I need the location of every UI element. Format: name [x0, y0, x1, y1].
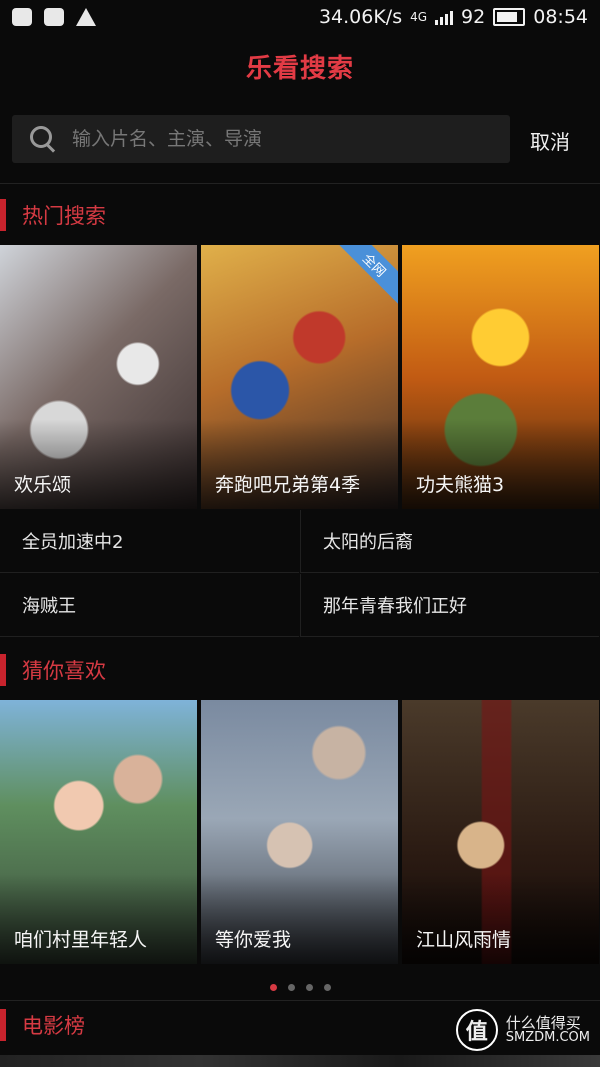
- poster-card[interactable]: 等你爱我: [201, 700, 398, 964]
- network-type: 4G: [410, 10, 428, 24]
- section-title-recommend: 猜你喜欢: [22, 659, 106, 683]
- hot-search-header: 热门搜索: [0, 195, 600, 235]
- watermark: 值 什么值得买 SMZDM.COM: [455, 1009, 590, 1051]
- battery-level: 92: [461, 6, 486, 28]
- list-item[interactable]: 太阳的后裔: [300, 510, 599, 573]
- divider: [0, 183, 600, 184]
- movie-rank-posters-peek: [0, 1055, 600, 1067]
- search-bar[interactable]: [12, 115, 510, 163]
- battery-icon: [493, 8, 526, 26]
- poster-card[interactable]: 咱们村里年轻人: [0, 700, 197, 964]
- hot-search-list: 全员加速中2 太阳的后裔 海贼王 那年青春我们正好: [0, 510, 600, 638]
- poster-card[interactable]: 欢乐颂: [0, 245, 197, 509]
- section-title-hot: 热门搜索: [22, 204, 106, 228]
- notification-icons: [12, 8, 96, 26]
- poster-title: 等你爱我: [215, 929, 292, 951]
- warning-icon: [76, 8, 96, 26]
- section-marker: [0, 654, 6, 686]
- poster-title: 咱们村里年轻人: [14, 929, 148, 951]
- list-item[interactable]: 全员加速中2: [0, 510, 299, 573]
- signal-icon: [435, 9, 454, 25]
- poster-card[interactable]: 江山风雨情: [402, 700, 599, 964]
- search-input[interactable]: [70, 127, 510, 151]
- watermark-logo: 值: [455, 1009, 498, 1051]
- poster-card[interactable]: 全网 奔跑吧兄弟第4季: [201, 245, 398, 509]
- section-marker: [0, 199, 6, 231]
- chat-bubble-icon: [12, 8, 32, 26]
- pager-dot[interactable]: [269, 984, 277, 991]
- pager-dot[interactable]: [305, 984, 313, 991]
- list-item[interactable]: 海贼王: [0, 574, 299, 637]
- section-title-movie-rank: 电影榜: [22, 1014, 85, 1038]
- section-marker: [0, 1009, 6, 1041]
- poster-card[interactable]: 功夫熊猫3: [402, 245, 599, 509]
- list-item[interactable]: 那年青春我们正好: [300, 574, 599, 637]
- image-icon: [44, 8, 64, 26]
- watermark-line2: SMZDM.COM: [505, 1030, 590, 1046]
- divider: [0, 1000, 600, 1001]
- hot-poster-row: 欢乐颂 全网 奔跑吧兄弟第4季 功夫熊猫3: [0, 245, 600, 509]
- pager-dot[interactable]: [323, 984, 331, 991]
- cancel-button[interactable]: 取消: [530, 126, 570, 155]
- poster-title: 江山风雨情: [416, 929, 512, 951]
- search-icon: [26, 122, 60, 156]
- status-bar: 34.06K/s 4G 92 08:54: [0, 0, 600, 36]
- page-title: 乐看搜索: [245, 54, 354, 84]
- recommend-header: 猜你喜欢: [0, 650, 600, 690]
- recommend-poster-row: 咱们村里年轻人 等你爱我 江山风雨情: [0, 700, 600, 964]
- clock: 08:54: [533, 6, 588, 28]
- network-speed: 34.06K/s: [318, 6, 403, 28]
- pager-dots[interactable]: [0, 984, 600, 991]
- pager-dot[interactable]: [287, 984, 295, 991]
- poster-title: 欢乐颂: [14, 474, 72, 496]
- watermark-line1: 什么值得买: [505, 1013, 581, 1032]
- poster-title: 奔跑吧兄弟第4季: [215, 474, 361, 496]
- poster-title: 功夫熊猫3: [416, 474, 505, 496]
